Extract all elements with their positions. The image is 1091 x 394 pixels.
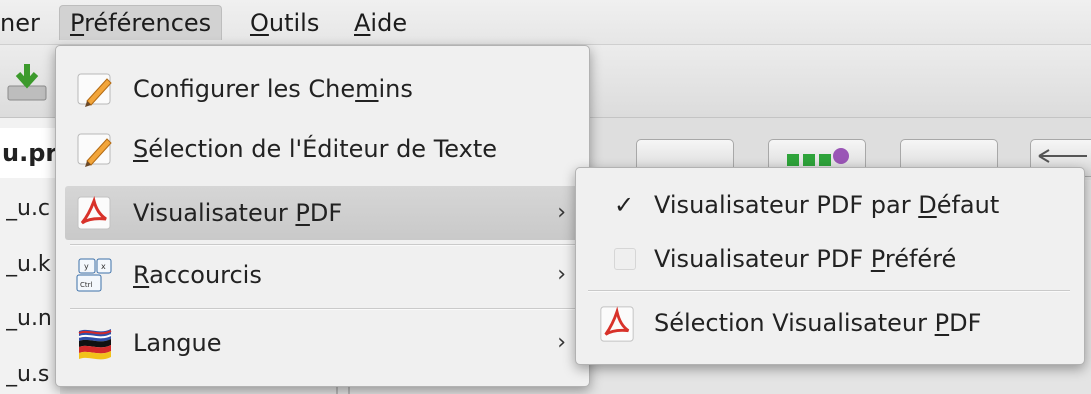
file-item[interactable]: _u.s [6,362,60,387]
label-part: éfaut [936,191,1000,219]
label-part: ins [378,75,413,103]
menu-item-pdf-viewer[interactable]: Visualisateur PDF › [65,186,580,240]
menubar-item-fichier[interactable]: ner [0,6,40,40]
menu-separator [588,290,1070,292]
menubar-label-rest: utils [268,9,320,37]
menu-item-language[interactable]: Langue › [65,316,580,370]
menubar: ner Préférences Outils Aide [0,0,1091,45]
svg-text:Ctrl: Ctrl [80,281,93,289]
menubar-item-outils[interactable]: Outils [250,6,319,40]
svg-text:x: x [101,262,106,271]
mnemonic-letter: P [295,199,310,227]
mnemonic-letter: P [870,245,885,273]
file-item[interactable]: _u.k [6,252,60,277]
pdf-icon [600,306,634,342]
download-icon[interactable] [6,62,48,102]
label-part: référé [884,245,957,273]
menubar-item-preferences[interactable]: Préférences [59,5,223,40]
mnemonic-letter: P [70,9,85,37]
submenu-item-default-pdf-viewer[interactable]: ✓ Visualisateur PDF par Défaut [584,178,1074,232]
label-part: Sélection Visualisateur [654,309,935,337]
label-part: Visualisateur [133,199,296,227]
submenu-item-preferred-pdf-viewer[interactable]: Visualisateur PDF Préféré [584,232,1074,286]
mnemonic-letter: D [918,191,937,219]
label-part: accourcis [149,261,262,289]
mnemonic-letter: P [934,309,950,337]
language-flag-icon [78,329,112,360]
mnemonic-letter: S [133,135,149,163]
file-item[interactable]: _u.n [6,306,60,331]
menu-item-select-text-editor[interactable]: Sélection de l'Éditeur de Texte [65,122,580,176]
menu-separator [70,244,575,246]
mnemonic-letter: R [133,261,150,289]
label-part: DF [309,199,343,227]
mnemonic-letter: O [250,9,269,37]
menubar-item-aide[interactable]: Aide [354,6,407,40]
submenu-arrow-icon: › [557,262,566,287]
menu-separator [70,308,575,310]
menubar-label-rest: références [84,9,212,37]
mnemonic-letter: A [354,9,371,37]
submenu-arrow-icon: › [557,200,566,225]
label-part: Configurer les Che [133,75,356,103]
preferences-menu: Configurer les Chemins Sélection de l'Éd… [55,45,590,387]
submenu-arrow-icon: › [557,330,566,355]
menubar-label-rest: ide [370,9,408,37]
svg-text:y: y [84,262,89,271]
menu-item-shortcuts[interactable]: y x Ctrl Raccourcis › [65,248,580,302]
pdf-viewer-submenu: ✓ Visualisateur PDF par Défaut Visualisa… [575,167,1085,365]
menu-item-language-label: Langue [133,329,222,357]
mnemonic-letter: m [355,75,379,103]
checkmark-icon: ✓ [614,191,635,219]
unchecked-checkbox-icon [614,248,636,270]
pencil-document-icon [77,133,112,167]
file-tab-active[interactable]: u.pr [0,128,63,178]
menu-item-configure-paths[interactable]: Configurer les Chemins [65,62,580,116]
file-item[interactable]: _u.c [6,196,60,221]
keyboard-shortcut-icon: y x Ctrl [76,258,112,292]
submenu-item-select-pdf-viewer[interactable]: Sélection Visualisateur PDF [584,296,1074,350]
label-part: DF [949,309,982,337]
label-part: Visualisateur PDF par [654,191,919,219]
label-part: élection de l'Éditeur de Texte [148,135,498,163]
pdf-icon [77,195,111,230]
label-part: Visualisateur PDF [654,245,871,273]
pencil-document-icon [77,73,112,107]
